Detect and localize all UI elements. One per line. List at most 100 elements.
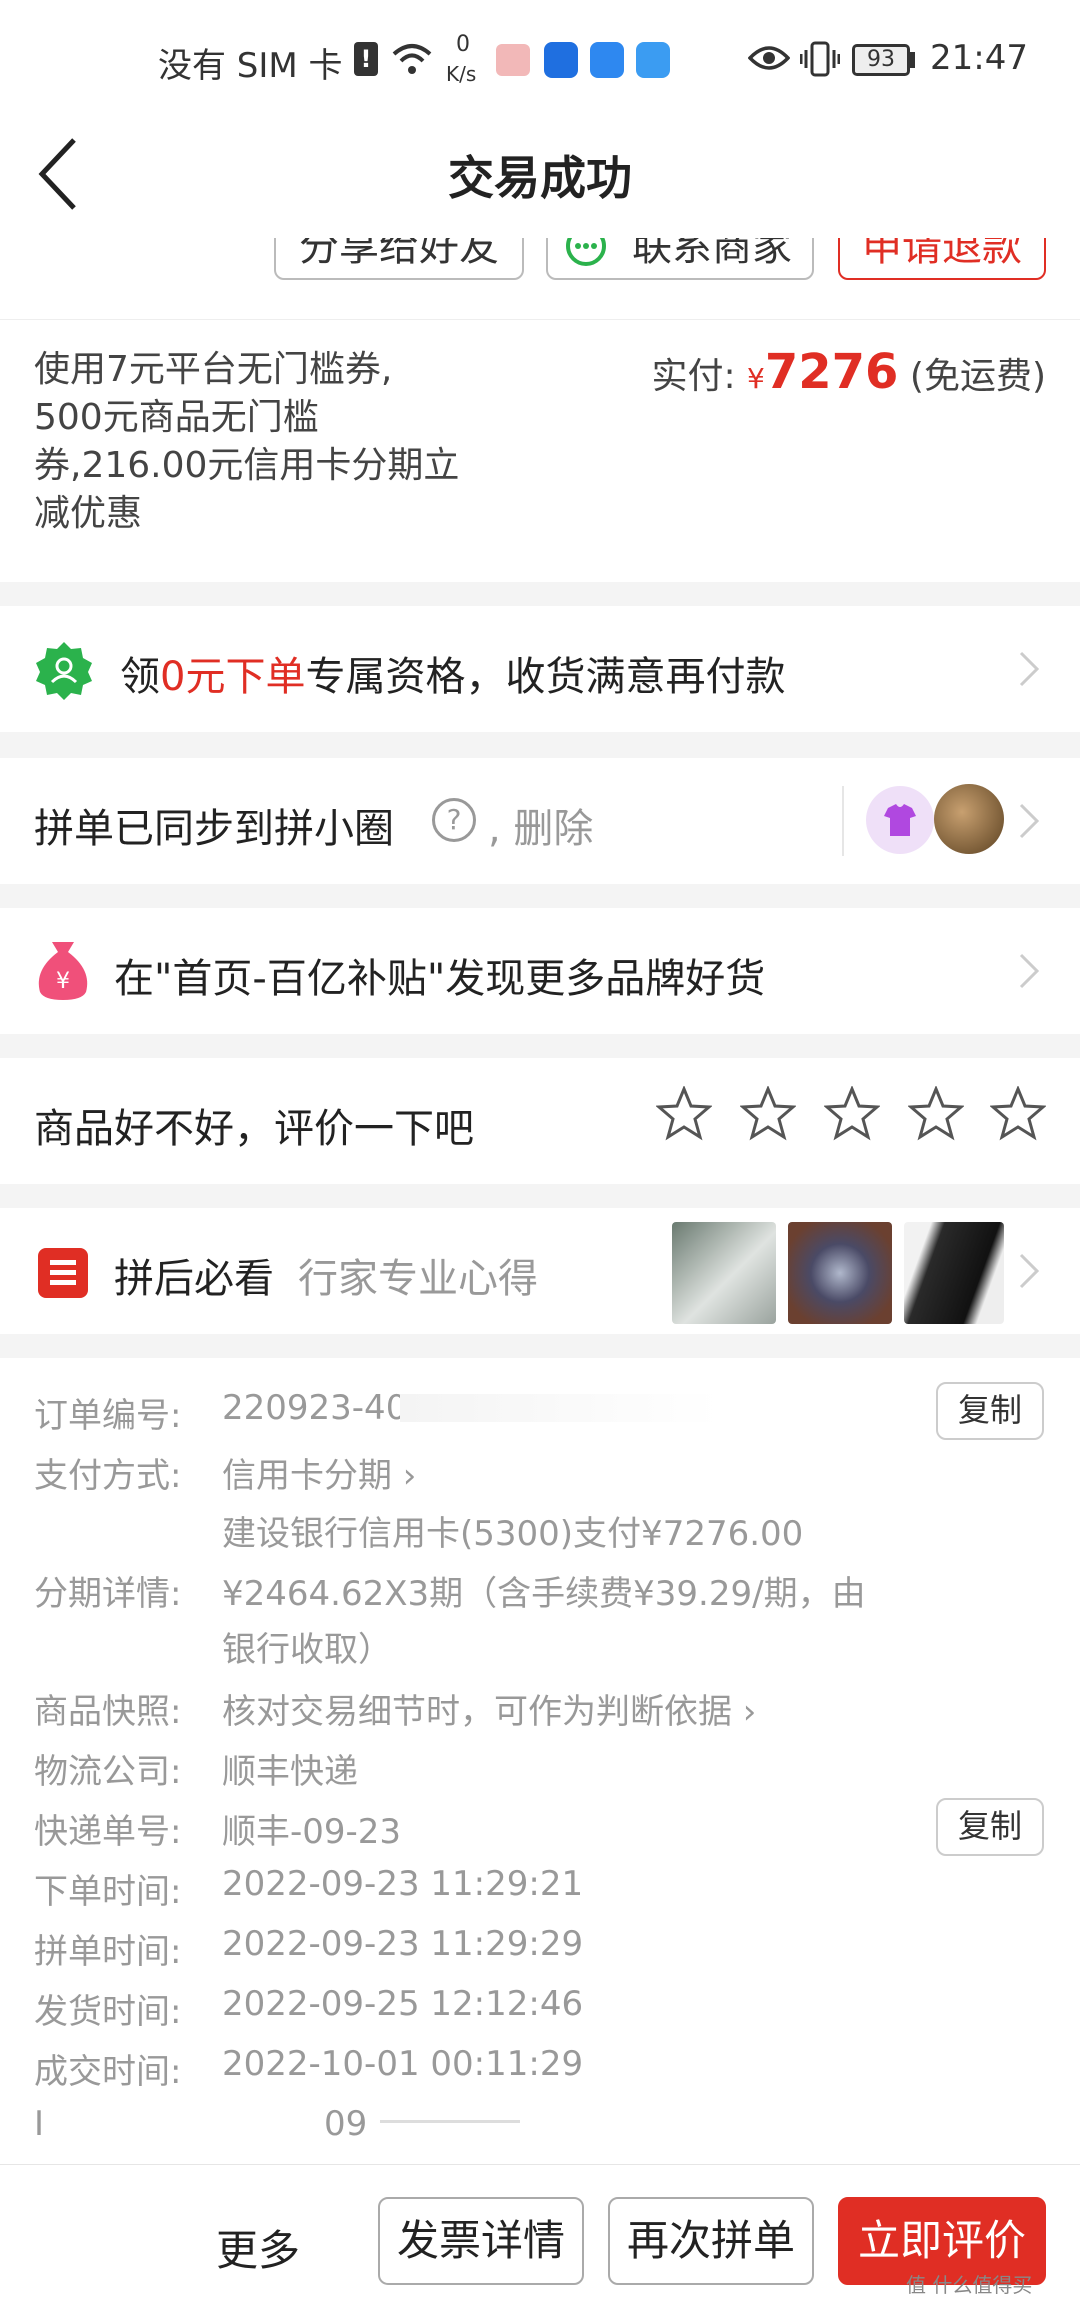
share-button[interactable]: 分享给好友 [274,238,524,280]
eye-icon [748,46,790,70]
pay-detail: 建设银行信用卡(5300)支付¥7276.00 [222,1514,804,1554]
order-no: 220923-40 [222,1388,408,1428]
chevron-right-icon [1019,803,1040,839]
extra-label: I [34,2104,45,2144]
invoice-button[interactable]: 发票详情 [378,2197,584,2285]
weather-app-icon [636,42,670,78]
battery-tip [910,52,915,68]
carrier-text: 没有 SIM 卡 [158,46,343,86]
money-bag-icon: ¥ [38,942,88,1000]
verified-badge-icon [36,642,92,700]
rating-prompt: 商品好不好，评价一下吧 [34,1106,474,1152]
avatar[interactable] [934,784,1004,854]
refund-button[interactable]: 申请退款 [838,238,1046,280]
article-thumbnail[interactable] [788,1222,892,1324]
contact-merchant-button[interactable]: 联系商家 [546,238,814,280]
divider [842,786,844,856]
battery-level: 93 [867,47,895,72]
order-time-label: 下单时间: [34,1872,182,1912]
bottom-action-bar: 更多 发票详情 再次拼单 立即评价 值 什么值得买 [0,2164,1080,2310]
promo-text: 领0元下单专属资格，收货满意再付款 [120,644,785,702]
subsidy-text: 在"首页-百亿补贴"发现更多品牌好货 [114,956,766,1002]
battery-icon: 93 [852,44,910,76]
tracking-label: 快递单号: [34,1812,182,1852]
chevron-right-icon [1019,1253,1040,1289]
redaction-mark [400,1394,720,1422]
guide-title: 拼后必看 [114,1256,274,1302]
paid-label: 实付: [651,356,736,397]
star-icon[interactable] [740,1086,796,1142]
logistics-company: 顺丰快递 [222,1752,358,1792]
promo-highlight: 0元下单 [160,654,306,700]
coupon-line: 减优惠 [34,493,143,534]
star-icon[interactable] [908,1086,964,1142]
wifi-icon [392,44,432,74]
paid-amount: 实付: ¥7276 (免运费) [651,344,1046,400]
guide-row[interactable]: 拼后必看 行家专业心得 [0,1208,1080,1334]
order-time: 2022-09-23 11:29:21 [222,1864,584,1904]
order-action-row: 分享给好友 联系商家 申请退款 [0,238,1080,320]
star-icon[interactable] [656,1086,712,1142]
cloud-app-icon [590,42,624,78]
status-bar: 没有 SIM 卡 ! 0 K/s 93 21:47 [0,0,1080,120]
copy-tracking-button[interactable]: 复制 [936,1798,1044,1856]
chevron-right-icon [1019,651,1040,687]
deal-time: 2022-10-01 00:11:29 [222,2044,584,2084]
shipping-note: (免运费) [909,356,1046,397]
regroup-button[interactable]: 再次拼单 [608,2197,814,2285]
pay-method-label: 支付方式: [34,1456,182,1496]
net-speed-value: 0 [456,32,470,57]
installment-label: 分期详情: [34,1574,182,1614]
tshirt-glyph-icon [884,804,916,836]
snapshot-link[interactable]: 核对交易细节时，可作为判断依据 › [222,1684,756,1733]
rating-row: 商品好不好，评价一下吧 [0,1058,1080,1184]
group-time-label: 拼单时间: [34,1932,182,1972]
article-thumbnail[interactable] [672,1222,776,1324]
group-sync-row[interactable]: 拼单已同步到拼小圈 ? , 删除 [0,758,1080,884]
star-icon[interactable] [990,1086,1046,1142]
bulb-app-icon [544,42,578,78]
chevron-right-icon [1019,953,1040,989]
copy-order-no-button[interactable]: 复制 [936,1382,1044,1440]
help-icon[interactable]: ? [432,798,476,842]
snapshot-label: 商品快照: [34,1692,182,1732]
subsidy-row[interactable]: ¥ 在"首页-百亿补贴"发现更多品牌好货 [0,908,1080,1034]
coupon-line: 券,216.00元信用卡分期立 [34,445,460,486]
article-thumbnail[interactable] [904,1222,1004,1324]
watermark: 值 什么值得买 [906,2273,1033,2297]
delete-link[interactable]: , 删除 [488,796,593,854]
coupon-description: 使用7元平台无门槛券, 500元商品无门槛 券,216.00元信用卡分期立 减优… [34,346,459,538]
paid-value: 7276 [764,344,899,400]
alert-icon: ! [354,42,378,76]
contact-merchant-label: 联系商家 [632,238,792,270]
promo-prefix: 领 [120,654,160,700]
tracking-number: 顺丰-09-23 [222,1812,402,1852]
zero-pay-promo-row[interactable]: 领0元下单专属资格，收货满意再付款 [0,606,1080,732]
nav-header: 交易成功 [0,120,1080,238]
order-no-label: 订单编号: [34,1396,182,1436]
list-icon [38,1248,88,1298]
app-notification-icon [496,44,530,76]
svg-text:¥: ¥ [56,969,70,994]
more-button[interactable]: 更多 [216,2217,300,2278]
extra-value: 09 [324,2104,368,2144]
star-icon[interactable] [824,1086,880,1142]
vibrate-icon [800,41,840,77]
net-speed-unit: K/s [446,62,477,86]
logistics-label: 物流公司: [34,1752,182,1792]
guide-subtitle: 行家专业心得 [298,1256,538,1302]
installment-detail: ¥2464.62X3期（含手续费¥39.29/期，由 [222,1574,866,1614]
group-time: 2022-09-23 11:29:29 [222,1924,584,1964]
coupon-line: 使用7元平台无门槛券, [34,349,393,390]
tshirt-icon [866,786,934,854]
chat-icon [566,238,606,266]
group-sync-text: 拼单已同步到拼小圈 [34,806,394,852]
page-title: 交易成功 [448,151,632,205]
installment-detail-cont: 银行收取） [222,1630,392,1670]
clock: 21:47 [930,38,1028,78]
promo-suffix: 专属资格，收货满意再付款 [305,654,786,700]
help-icon-glyph: ? [446,803,462,836]
payment-summary: 使用7元平台无门槛券, 500元商品无门槛 券,216.00元信用卡分期立 减优… [0,320,1080,582]
pay-method[interactable]: 信用卡分期 › [222,1448,416,1497]
order-info: 订单编号: 220923-40 复制 支付方式: 信用卡分期 › 建设银行信用卡… [0,1358,1080,2164]
